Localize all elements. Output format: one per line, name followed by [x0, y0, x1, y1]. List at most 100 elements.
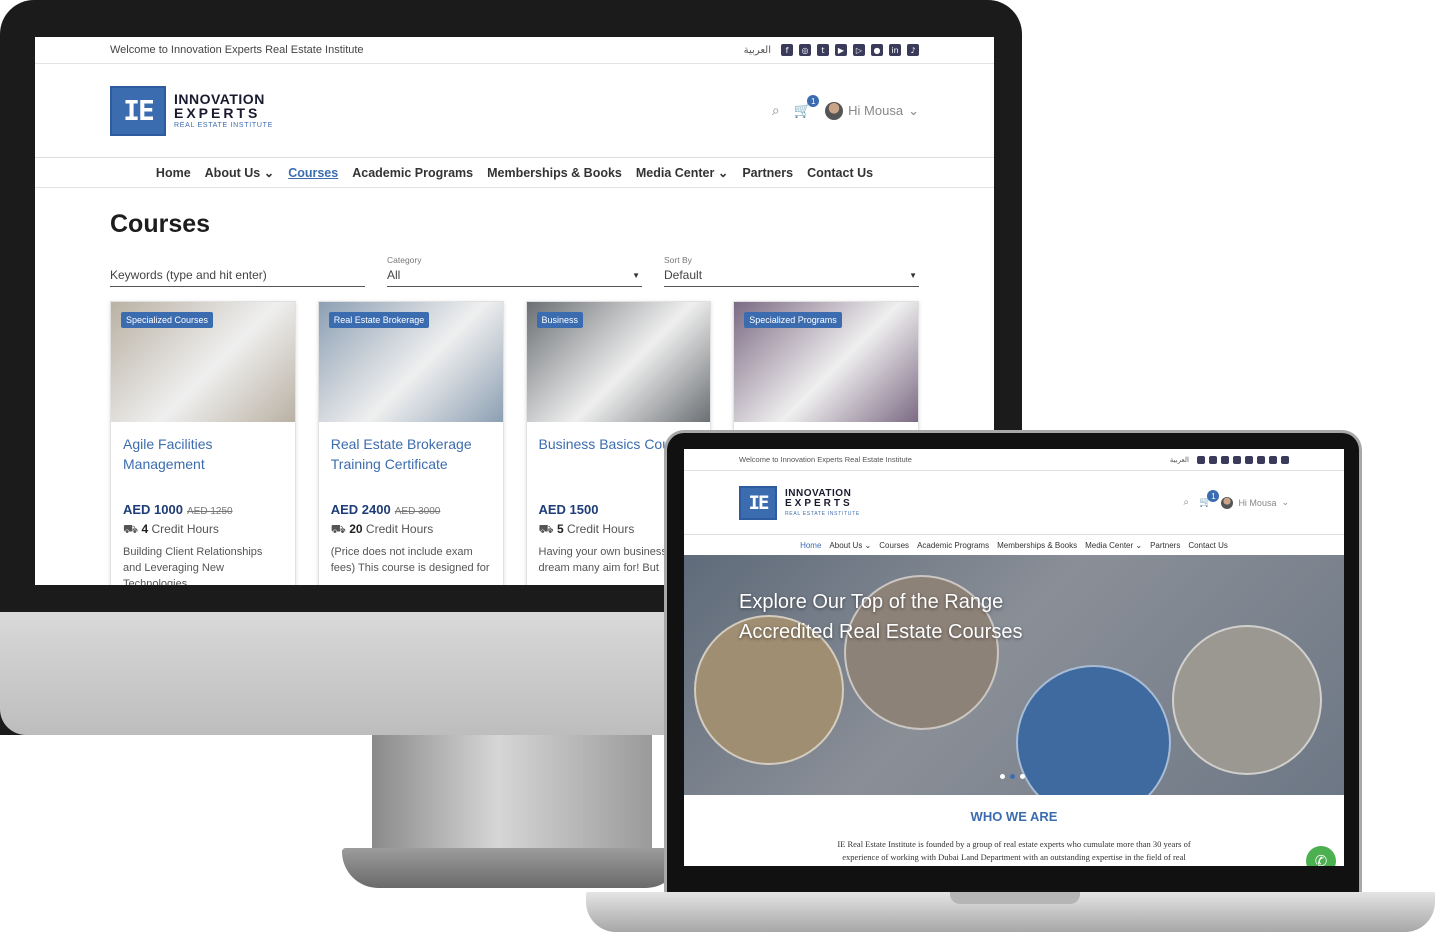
category-tag: Real Estate Brokerage: [328, 312, 430, 328]
credit-hours: ⛟ 20 Credit Hours: [330, 522, 434, 536]
nav-academic-programs[interactable]: Academic Programs: [917, 541, 989, 550]
slider-dot[interactable]: [1000, 774, 1005, 779]
logo-line3: REAL ESTATE INSTITUTE: [174, 122, 273, 129]
logo-text: INNOVATION EXPERTS REAL ESTATE INSTITUTE: [785, 487, 860, 517]
twitter-icon[interactable]: [1221, 455, 1229, 464]
facebook-icon[interactable]: [1197, 455, 1205, 464]
nav-academic-programs[interactable]: Academic Programs: [352, 166, 473, 180]
social-links: العربية: [1170, 455, 1289, 464]
apple-icon[interactable]: [1257, 455, 1265, 464]
youtube-icon[interactable]: [1233, 455, 1241, 464]
language-switch[interactable]: العربية: [744, 45, 771, 56]
nav-memberships-books[interactable]: Memberships & Books: [487, 166, 622, 180]
page-title: Courses: [110, 210, 211, 238]
nav-courses[interactable]: Courses: [879, 541, 909, 550]
user-menu[interactable]: Hi Mousa ⌄: [1221, 496, 1289, 509]
desktop-topbar: Welcome to Innovation Experts Real Estat…: [35, 37, 994, 64]
nav-courses[interactable]: Courses: [288, 166, 338, 180]
category-select[interactable]: Category All ▼: [387, 255, 642, 287]
laptop-header: IE INNOVATION EXPERTS REAL ESTATE INSTIT…: [684, 471, 1344, 535]
nav-memberships-books[interactable]: Memberships & Books: [997, 541, 1077, 550]
logo-line3: REAL ESTATE INSTITUTE: [785, 510, 860, 517]
tiktok-icon[interactable]: ♪: [907, 44, 919, 56]
chevron-down-icon: ⌄: [717, 166, 729, 180]
nav-partners[interactable]: Partners: [742, 166, 793, 180]
instagram-icon[interactable]: [1209, 455, 1217, 464]
who-we-are-heading: WHO WE ARE: [970, 809, 1058, 824]
header-actions: ⌕ 🛒 1 Hi Mousa ⌄: [1183, 490, 1289, 509]
slider-dot-active[interactable]: [1010, 774, 1015, 779]
hero-banner: Explore Our Top of the Range Accredited …: [684, 555, 1344, 795]
nav-contact-us[interactable]: Contact Us: [807, 166, 873, 180]
category-value: All: [387, 268, 401, 282]
course-title[interactable]: Agile Facilities Management: [123, 434, 283, 494]
desktop-header: IE INNOVATION EXPERTS REAL ESTATE INSTIT…: [35, 64, 994, 158]
bus-icon: ⛟: [538, 522, 554, 536]
course-filters: Keywords (type and hit enter) Category A…: [110, 255, 919, 287]
nav-home[interactable]: Home: [800, 541, 821, 550]
site-logo[interactable]: IE INNOVATION EXPERTS REAL ESTATE INSTIT…: [739, 485, 860, 520]
facebook-icon[interactable]: f: [781, 44, 793, 56]
site-logo[interactable]: IE INNOVATION EXPERTS REAL ESTATE INSTIT…: [110, 85, 273, 136]
language-switch[interactable]: العربية: [1170, 456, 1189, 464]
google-play-icon[interactable]: [1245, 455, 1253, 464]
slider-dots[interactable]: [1000, 774, 1025, 779]
slider-dot[interactable]: [1020, 774, 1025, 779]
device-mockup: Welcome to Innovation Experts Real Estat…: [0, 0, 1435, 938]
user-greeting: Hi Mousa: [848, 103, 904, 118]
dropdown-arrow-icon: ▼: [632, 271, 640, 280]
nav-partners[interactable]: Partners: [1150, 541, 1180, 550]
chevron-down-icon: ⌄: [1281, 497, 1289, 507]
avatar: [825, 101, 844, 120]
header-actions: ⌕ 🛒 1 Hi Mousa ⌄: [772, 95, 919, 120]
keyword-search-field[interactable]: Keywords (type and hit enter): [110, 255, 365, 287]
search-icon[interactable]: ⌕: [1183, 497, 1189, 508]
linkedin-icon[interactable]: [1269, 455, 1277, 464]
logo-line2: EXPERTS: [785, 497, 853, 509]
who-we-are-text: IE Real Estate Institute is founded by a…: [837, 839, 1191, 862]
logo-line2: EXPERTS: [174, 105, 261, 121]
nav-about-us[interactable]: About Us ⌄: [205, 165, 275, 180]
bus-icon: ⛟: [330, 522, 346, 536]
nav-contact-us[interactable]: Contact Us: [1188, 541, 1228, 550]
course-title[interactable]: Real Estate Brokerage Training Certifica…: [331, 434, 491, 494]
nav-about-us[interactable]: About Us ⌄: [829, 541, 871, 550]
logo-text: INNOVATION EXPERTS REAL ESTATE INSTITUTE: [174, 92, 273, 129]
course-card[interactable]: Specialized Courses Agile Facilities Man…: [110, 301, 296, 585]
cart-icon[interactable]: 🛒 1: [794, 95, 820, 119]
nav-media-center[interactable]: Media Center ⌄: [636, 165, 728, 180]
linkedin-icon[interactable]: in: [889, 44, 901, 56]
youtube-icon[interactable]: ▶: [835, 44, 847, 56]
sort-value: Default: [664, 268, 703, 282]
avatar: [1221, 496, 1234, 509]
search-icon[interactable]: ⌕: [772, 102, 780, 119]
logo-mark: IE: [739, 485, 777, 520]
logo-line1: INNOVATION: [785, 487, 852, 499]
tiktok-icon[interactable]: [1281, 455, 1289, 464]
course-image: Specialized Programs: [734, 302, 918, 422]
laptop-screen: Welcome to Innovation Experts Real Estat…: [684, 449, 1344, 866]
twitter-icon[interactable]: t: [817, 44, 829, 56]
apple-icon[interactable]: ●: [871, 44, 883, 56]
hero-title: Explore Our Top of the Range Accredited …: [739, 591, 1023, 643]
nav-home[interactable]: Home: [156, 166, 191, 180]
course-description: (Price does not include exam fees) This …: [330, 546, 490, 574]
social-links: العربية f ◎ t ▶ ▷ ● in ♪: [744, 44, 919, 56]
credit-hours: ⛟ 4 Credit Hours: [123, 522, 219, 536]
course-description: Building Client Relationships and Levera…: [123, 546, 263, 585]
course-card[interactable]: Real Estate Brokerage Real Estate Broker…: [317, 301, 504, 585]
google-play-icon[interactable]: ▷: [853, 44, 865, 56]
user-menu[interactable]: Hi Mousa ⌄: [825, 101, 919, 120]
course-price: AED 2400 AED 3000: [330, 502, 441, 517]
category-tag: Specialized Courses: [121, 312, 214, 328]
course-image: Specialized Courses: [111, 302, 295, 422]
nav-media-center[interactable]: Media Center ⌄: [1085, 541, 1142, 550]
cart-icon[interactable]: 🛒 1: [1199, 490, 1220, 508]
laptop-nav: Home About Us ⌄ Courses Academic Program…: [684, 535, 1344, 555]
instagram-icon[interactable]: ◎: [799, 44, 811, 56]
course-price: AED 1000 AED 1250: [123, 502, 233, 517]
imac-stand-neck: [372, 735, 652, 855]
sort-select[interactable]: Sort By Default ▼: [664, 255, 919, 287]
hero-photo-circle: [1172, 625, 1322, 775]
old-price: AED 1250: [186, 506, 233, 517]
